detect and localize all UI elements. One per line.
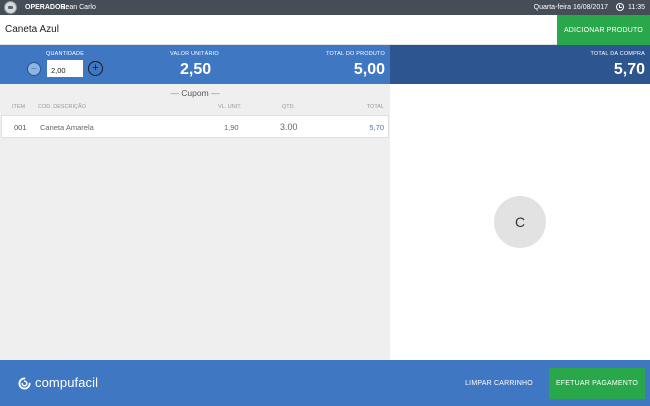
unit-price-value: 2,50: [180, 61, 212, 78]
top-status-bar: OPERADOR: Jean Carlo Quarta-feira 16/08/…: [0, 0, 650, 15]
product-total-value: 5,00: [353, 61, 385, 78]
clear-cart-button[interactable]: LIMPAR CARRINHO: [453, 368, 545, 399]
customer-avatar[interactable]: C: [494, 196, 546, 248]
quantity-label: QUANTIDADE: [46, 51, 85, 57]
receipt-panel: — Cupom — ITEM COD. DESCRIÇÃO VL. UNIT. …: [0, 84, 390, 360]
col-header-total: TOTAL: [366, 104, 384, 110]
footer-bar: compufacil LIMPAR CARRINHO EFETUAR PAGAM…: [0, 360, 650, 406]
clock-icon: [616, 3, 624, 11]
table-row[interactable]: 001 Caneta Amarela 1,90 3.00 5,70: [1, 115, 389, 138]
col-header-item: ITEM: [12, 104, 26, 110]
customer-panel: C: [390, 84, 650, 360]
row-item-number: 001: [14, 123, 27, 132]
operator-avatar-icon[interactable]: [4, 1, 17, 14]
row-unit-price: 1,90: [224, 123, 239, 132]
receipt-title: — Cupom —: [170, 88, 220, 98]
decrease-quantity-button[interactable]: −: [27, 62, 41, 76]
row-total: 5,70: [369, 123, 384, 132]
unit-price-label: VALOR UNITÁRIO: [170, 51, 219, 57]
compufacil-logo-icon: [18, 377, 31, 390]
brand-logo: compufacil: [35, 375, 99, 390]
row-quantity: 3.00: [280, 122, 298, 132]
current-time: 11:35: [628, 4, 645, 11]
purchase-total-value: 5,70: [613, 61, 645, 78]
operator-name: Jean Carlo: [62, 4, 96, 11]
col-header-quantity: QTD.: [282, 104, 296, 110]
product-total-label: TOTAL DO PRODUTO: [326, 51, 385, 57]
col-header-unit-price: VL. UNIT.: [218, 104, 242, 110]
make-payment-button[interactable]: EFETUAR PAGAMENTO: [549, 368, 645, 399]
increase-quantity-button[interactable]: +: [88, 61, 103, 76]
add-product-button[interactable]: ADICIONAR PRODUTO: [557, 15, 650, 45]
purchase-total-bar: TOTAL DA COMPRA 5,70: [390, 45, 650, 84]
row-description: Caneta Amarela: [40, 123, 94, 132]
purchase-total-label: TOTAL DA COMPRA: [590, 51, 645, 57]
product-header: Caneta Azul ADICIONAR PRODUTO: [0, 15, 650, 45]
col-header-description: COD. DESCRIÇÃO: [38, 104, 86, 110]
product-name: Caneta Azul: [5, 24, 59, 35]
product-info-bar: QUANTIDADE − + VALOR UNITÁRIO 2,50 TOTAL…: [0, 45, 390, 84]
quantity-input[interactable]: [47, 60, 83, 77]
current-date: Quarta-feira 16/08/2017: [533, 4, 608, 11]
